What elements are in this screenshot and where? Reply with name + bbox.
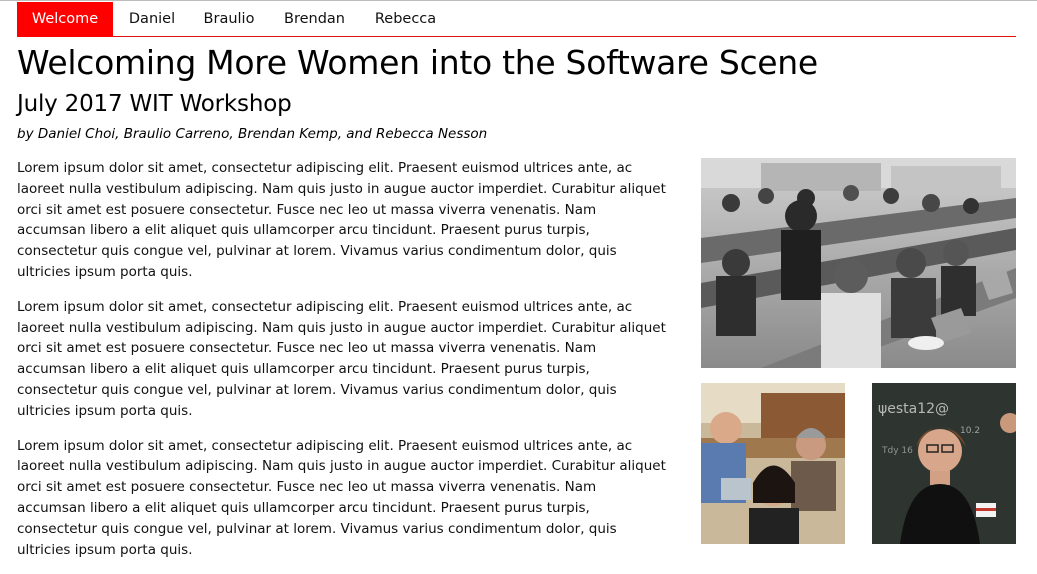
top-border <box>0 0 1037 1</box>
byline: by Daniel Choi, Braulio Carreno, Brendan… <box>17 126 488 142</box>
svg-text:10.2: 10.2 <box>960 426 980 436</box>
body-paragraph: Lorem ipsum dolor sit amet, consectetur … <box>17 437 666 558</box>
body-paragraph: Lorem ipsum dolor sit amet, consectetur … <box>17 298 666 419</box>
page-subtitle: July 2017 WIT Workshop <box>17 91 292 117</box>
body-paragraph: Lorem ipsum dolor sit amet, consectetur … <box>17 160 666 280</box>
tab-braulio[interactable]: Braulio <box>190 2 268 37</box>
page-title: Welcoming More Women into the Software S… <box>17 43 818 82</box>
tab-daniel[interactable]: Daniel <box>115 2 189 37</box>
svg-text:ψesta12@: ψesta12@ <box>878 401 949 417</box>
students-photo <box>701 383 845 544</box>
article-body: Lorem ipsum dolor sit amet, consectetur … <box>17 158 667 574</box>
speaker-photo: ψesta12@ 10.2 Tdy 16 <box>872 383 1016 544</box>
workshop-classroom-photo <box>701 158 1016 368</box>
svg-text:Tdy 16: Tdy 16 <box>881 446 913 456</box>
main-nav: Welcome Daniel Braulio Brendan Rebecca <box>17 2 1016 37</box>
tab-rebecca[interactable]: Rebecca <box>361 2 450 37</box>
tab-welcome[interactable]: Welcome <box>17 2 113 37</box>
tab-brendan[interactable]: Brendan <box>271 2 358 37</box>
